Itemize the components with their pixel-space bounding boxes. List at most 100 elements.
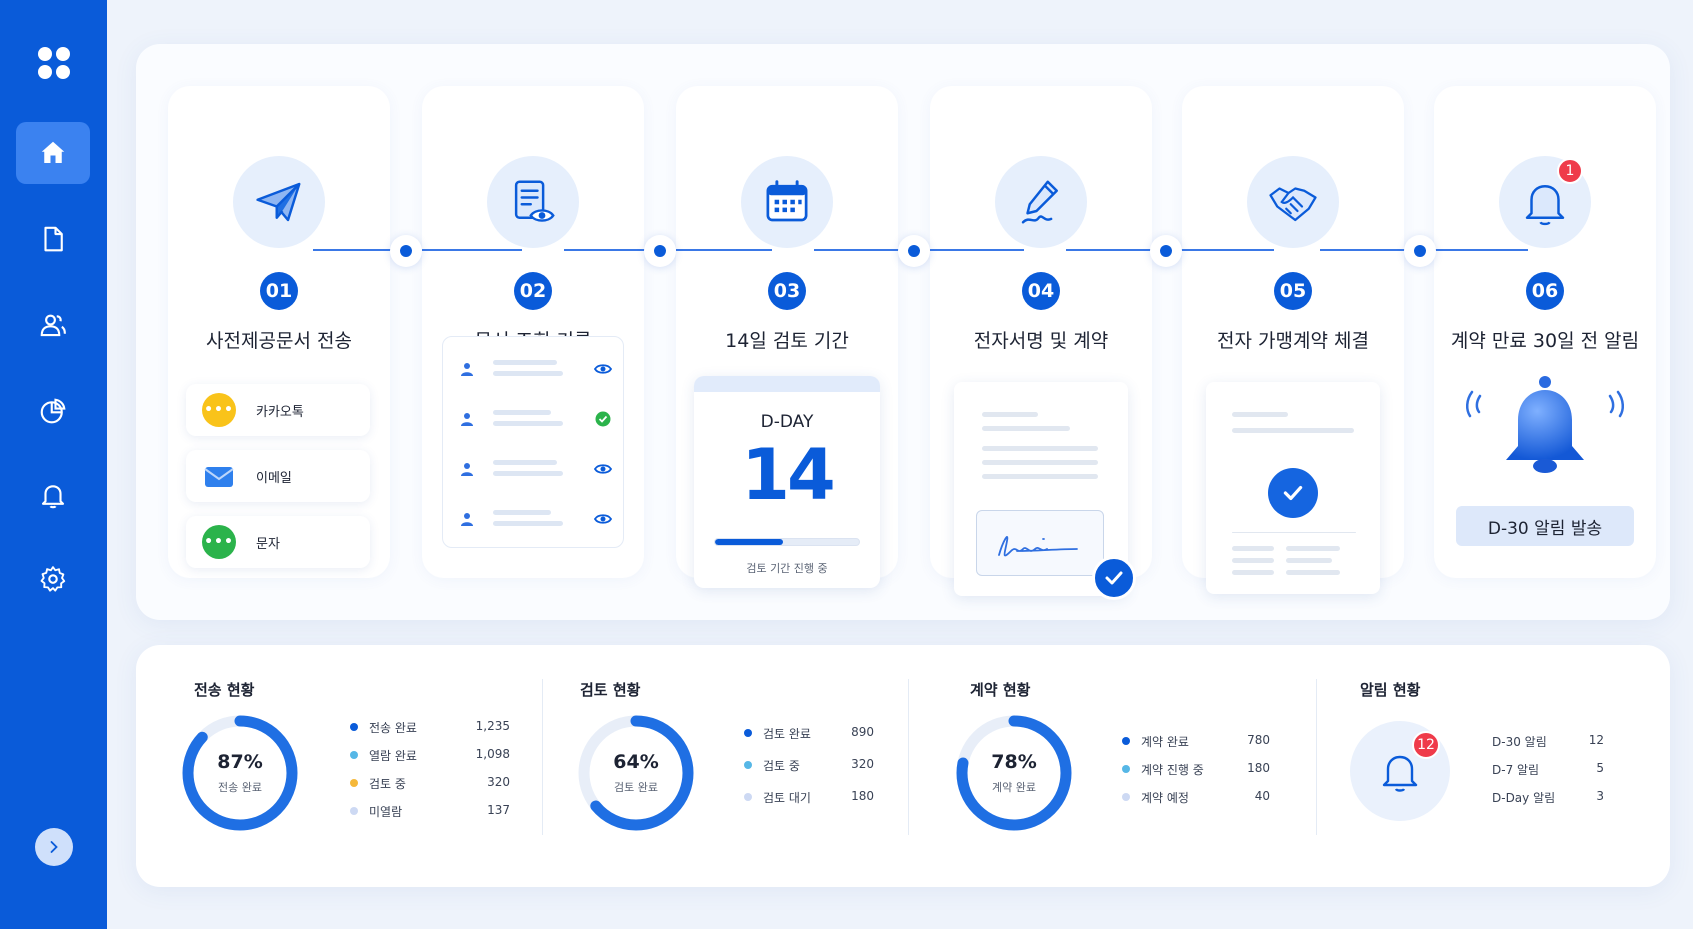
channel-kakaotalk[interactable]: ••• 카카오톡	[186, 384, 370, 436]
legend-item: 검토 중 320	[350, 775, 510, 791]
legend-item: 검토 대기 180	[744, 789, 874, 805]
step-number: 01	[260, 272, 298, 310]
eye-icon	[593, 464, 613, 474]
stat-title: 검토 현황	[580, 681, 641, 699]
legend-item: 전송 완료 1,235	[350, 719, 510, 735]
mail-icon	[202, 459, 236, 493]
notification-badge: 12	[1412, 731, 1440, 759]
home-icon	[41, 141, 65, 163]
step-card-6: 1 06 계약 만료 30일 전 알림 D-30 알림 발송	[1434, 86, 1656, 578]
sms-icon: •••	[202, 525, 236, 559]
legend-item: 검토 중 320	[744, 757, 874, 773]
channel-label: 문자	[256, 536, 280, 552]
review-progress-bar	[714, 538, 860, 546]
review-donut-chart: 64% 검토 완료	[576, 713, 696, 833]
step-icon-circle	[1247, 156, 1339, 248]
sidebar-expand-button[interactable]	[35, 828, 73, 866]
user-icon	[461, 463, 473, 476]
paper-plane-icon	[256, 182, 301, 222]
step-number: 06	[1526, 272, 1564, 310]
kakao-chat-icon: •••	[202, 393, 236, 427]
legend-item: 검토 완료 890	[744, 725, 874, 741]
sidebar-item-alerts[interactable]	[16, 464, 90, 526]
step-connector	[422, 249, 522, 251]
list-item[interactable]	[453, 407, 613, 431]
dday-card: D-DAY 14 검토 기간 진행 중	[694, 376, 880, 588]
chevron-right-icon	[50, 841, 58, 853]
step-title: 전자 가맹계약 체결	[1217, 330, 1369, 352]
list-item[interactable]	[453, 507, 613, 531]
step-card-5: 05 전자 가맹계약 체결	[1182, 86, 1404, 594]
step-card-2: 02 문서 조회 기록	[422, 86, 644, 578]
app-logo-icon[interactable]	[38, 47, 70, 79]
check-circle-icon	[1268, 468, 1318, 518]
legend-item: 열람 완료 1,098	[350, 747, 510, 763]
step-title: 전자서명 및 계약	[973, 330, 1109, 352]
process-flow-panel: 01 사전제공문서 전송 ••• 카카오톡 이메일 ••• 문자 02 03 1…	[136, 44, 1670, 620]
gear-icon	[40, 566, 66, 592]
step-connector	[676, 249, 772, 251]
step-arrow-node	[1150, 235, 1182, 267]
stats-panel: 전송 현황 87% 전송 완료 전송 완료 1,235 열람 완료 1,098 검토 …	[136, 645, 1670, 887]
sidebar-item-documents[interactable]	[16, 208, 90, 270]
legend-item: 미열람 137	[350, 803, 510, 819]
stat-title: 전송 현황	[194, 681, 255, 699]
signature-document	[954, 382, 1136, 600]
user-icon	[461, 513, 473, 526]
check-circle-icon	[595, 411, 611, 427]
channel-email[interactable]: 이메일	[186, 450, 370, 502]
sidebar-item-reports[interactable]	[16, 380, 90, 442]
calendar-icon	[766, 180, 808, 222]
step-card-1: 01 사전제공문서 전송 ••• 카카오톡 이메일 ••• 문자	[168, 86, 390, 578]
bell-icon	[1525, 185, 1565, 226]
step-arrow-node	[898, 235, 930, 267]
legend-item: 계약 완료 780	[1122, 733, 1270, 749]
stat-transfer: 전송 현황 87% 전송 완료 전송 완료 1,235 열람 완료 1,098 검토 …	[180, 679, 520, 859]
channel-sms[interactable]: ••• 문자	[186, 516, 370, 568]
step-icon-circle	[233, 156, 325, 248]
donut-label: 검토 완료	[614, 781, 658, 794]
ringing-bell-icon	[1466, 376, 1624, 473]
step-title: 사전제공문서 전송	[206, 330, 352, 352]
step-arrow-node	[644, 235, 676, 267]
transfer-donut-chart: 87% 전송 완료	[180, 713, 300, 833]
pie-chart-icon	[40, 398, 66, 424]
eye-icon	[593, 514, 613, 524]
legend-item: D-30 알림 12	[1492, 733, 1604, 749]
step-arrow-node	[1404, 235, 1436, 267]
step-connector	[814, 249, 910, 251]
step-connector	[564, 249, 656, 251]
step-number: 03	[768, 272, 806, 310]
sidebar-item-users[interactable]	[16, 294, 90, 356]
contract-donut-chart: 78% 계약 완료	[954, 713, 1074, 833]
document-view-icon	[514, 180, 555, 222]
step-card-3: 03 14일 검토 기간 D-DAY 14 검토 기간 진행 중	[676, 86, 898, 588]
signature-field[interactable]	[976, 510, 1104, 576]
step-title: 14일 검토 기간	[725, 330, 849, 352]
d30-alert-button[interactable]: D-30 알림 발송	[1456, 506, 1634, 546]
stat-title: 알림 현황	[1360, 681, 1421, 699]
step-connector	[1434, 249, 1528, 251]
divider	[1316, 679, 1317, 835]
channel-label: 카카오톡	[256, 404, 304, 420]
legend-item: D-7 알림 5	[1492, 761, 1604, 777]
stat-alarm: 알림 현황 12 D-30 알림 12 D-7 알림 5 D-Day 알림 3	[1350, 679, 1650, 859]
signature-icon	[998, 536, 1078, 557]
alarm-summary-icon: 12	[1350, 721, 1450, 821]
step-title: 계약 만료 30일 전 알림	[1450, 330, 1640, 352]
list-item[interactable]	[453, 357, 613, 381]
divider	[908, 679, 909, 835]
progress-caption: 검토 기간 진행 중	[746, 562, 828, 575]
list-item[interactable]	[453, 457, 613, 481]
step-number: 05	[1274, 272, 1312, 310]
dday-label: D-DAY	[760, 412, 814, 432]
channel-label: 이메일	[256, 470, 292, 486]
donut-label: 계약 완료	[992, 781, 1036, 794]
step-icon-circle: 1	[1499, 156, 1591, 248]
document-icon	[44, 226, 63, 252]
donut-percent: 64%	[613, 751, 659, 773]
sidebar-item-home[interactable]	[16, 122, 90, 184]
dday-value: 14	[741, 434, 835, 516]
sidebar-item-settings[interactable]	[16, 548, 90, 610]
step-icon-circle	[487, 156, 579, 248]
